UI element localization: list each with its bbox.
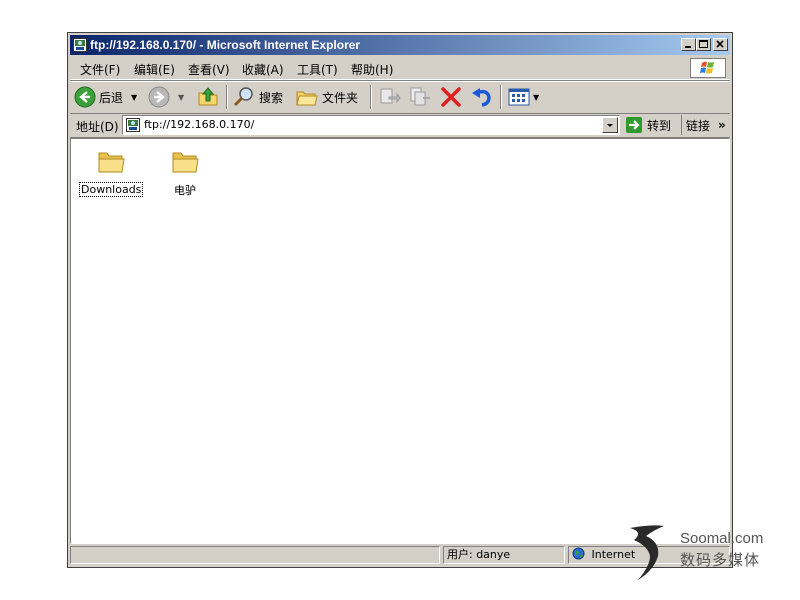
copy-to-button[interactable]	[408, 84, 432, 110]
folder-item[interactable]: 电驴	[153, 147, 217, 198]
folder-icon	[98, 152, 125, 173]
links-chevron-icon[interactable]: »	[718, 118, 726, 132]
close-button[interactable]	[713, 38, 728, 51]
folder-item[interactable]: Downloads	[79, 147, 144, 197]
folders-button[interactable]: 文件夹	[295, 84, 358, 110]
menu-file[interactable]: 文件(F)	[80, 61, 120, 78]
folders-icon	[296, 91, 318, 106]
back-arrow-icon	[74, 86, 96, 108]
menu-edit[interactable]: 编辑(E)	[134, 61, 175, 78]
status-main-pane	[70, 546, 440, 564]
soomal-watermark: Soomal.com 数码多媒体	[624, 522, 784, 582]
move-to-button[interactable]	[377, 84, 401, 110]
move-to-icon	[380, 88, 401, 104]
standard-toolbar: 后退 ▼ ▼ 搜索 文件夹 ▼	[70, 80, 730, 114]
address-dropdown-button[interactable]	[602, 117, 618, 133]
menu-favorites[interactable]: 收藏(A)	[242, 61, 284, 78]
menu-bar: 文件(F) 编辑(E) 查看(V) 收藏(A) 工具(T) 帮助(H)	[70, 57, 730, 80]
up-button[interactable]	[196, 84, 220, 110]
soomal-logo-icon	[630, 525, 664, 580]
go-arrow-icon	[626, 117, 642, 133]
go-button[interactable]: 转到	[625, 115, 671, 135]
ftp-folder-view[interactable]: Downloads 电驴	[70, 138, 730, 544]
address-value: ftp://192.168.0.170/	[144, 118, 255, 131]
toolbar-separator	[226, 85, 228, 109]
folders-label: 文件夹	[322, 90, 359, 105]
search-icon	[233, 87, 253, 107]
search-button[interactable]: 搜索	[232, 84, 283, 110]
menu-help[interactable]: 帮助(H)	[351, 61, 393, 78]
menu-tools[interactable]: 工具(T)	[297, 61, 338, 78]
internet-globe-icon	[572, 547, 585, 560]
ftp-page-icon	[126, 118, 140, 132]
toolbar-separator	[370, 85, 372, 109]
search-label: 搜索	[259, 90, 284, 105]
back-dropdown-icon[interactable]: ▼	[131, 93, 137, 102]
ie-page-icon	[73, 38, 87, 52]
address-label: 地址(D)	[76, 120, 119, 134]
copy-to-icon	[410, 87, 430, 106]
address-bar: 地址(D) ftp://192.168.0.170/ 转到 链接 »	[70, 113, 730, 138]
browser-window: ftp://192.168.0.170/ - Microsoft Interne…	[67, 32, 733, 568]
links-label: 链接	[686, 118, 711, 133]
watermark-brand: Soomal.com	[680, 530, 764, 547]
status-user-pane: 用户: danye	[443, 546, 565, 564]
back-label: 后退	[99, 90, 124, 105]
up-folder-icon	[198, 87, 218, 106]
toolbar-separator	[500, 85, 502, 109]
address-input[interactable]: ftp://192.168.0.170/	[122, 115, 620, 135]
views-dropdown-icon[interactable]: ▼	[533, 93, 539, 102]
undo-icon	[472, 88, 491, 107]
delete-x-icon	[441, 87, 461, 107]
delete-button[interactable]	[439, 84, 463, 110]
forward-arrow-icon	[148, 86, 170, 108]
views-icon	[508, 88, 530, 106]
maximize-button[interactable]	[696, 38, 711, 51]
back-button[interactable]: 后退 ▼	[74, 84, 137, 110]
undo-button[interactable]	[470, 84, 494, 110]
watermark-tagline: 数码多媒体	[680, 551, 761, 569]
go-label: 转到	[647, 118, 672, 133]
links-toolbar[interactable]: 链接 »	[681, 115, 726, 135]
views-button[interactable]: ▼	[507, 84, 539, 110]
forward-button[interactable]: ▼	[148, 84, 184, 110]
forward-dropdown-icon[interactable]: ▼	[178, 93, 184, 102]
menu-view[interactable]: 查看(V)	[188, 61, 230, 78]
window-title: ftp://192.168.0.170/ - Microsoft Interne…	[90, 38, 361, 52]
folder-label: 电驴	[174, 184, 196, 197]
minimize-button[interactable]	[681, 38, 696, 51]
folder-label: Downloads	[79, 182, 144, 197]
status-user: 用户: danye	[447, 548, 511, 561]
title-bar[interactable]: ftp://192.168.0.170/ - Microsoft Interne…	[70, 35, 730, 55]
windows-logo-icon	[690, 58, 726, 78]
folder-icon	[172, 152, 199, 173]
